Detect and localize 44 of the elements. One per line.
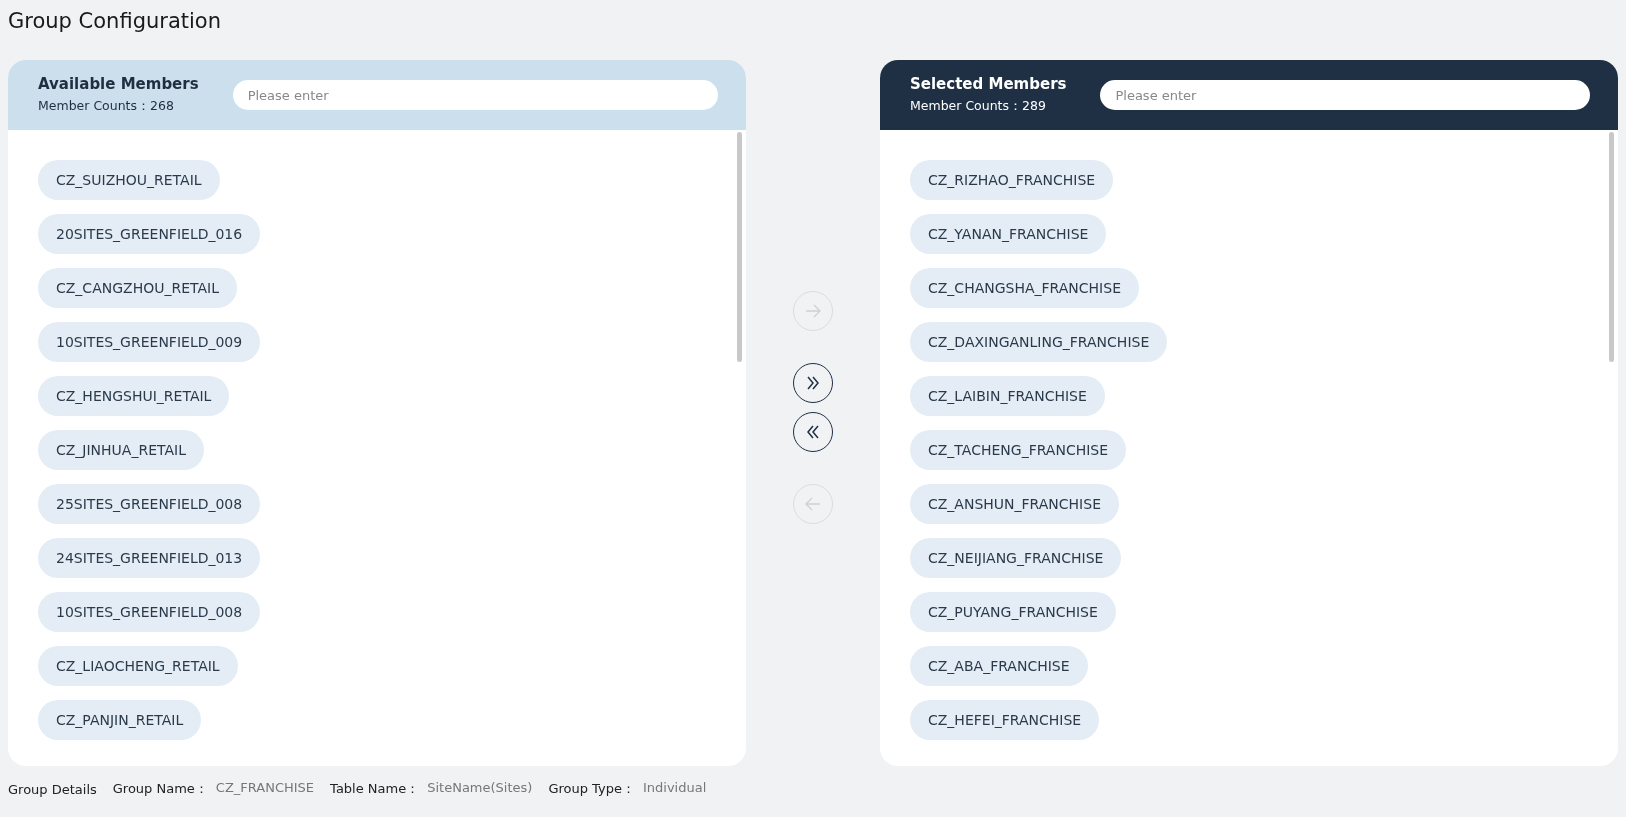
member-chip[interactable]: 20SITES_GREENFIELD_016	[38, 214, 261, 254]
member-chip[interactable]: CZ_DAXINGANLING_FRANCHISE	[910, 322, 1168, 362]
member-chip[interactable]: CZ_ABA_FRANCHISE	[910, 646, 1088, 686]
member-chip[interactable]: CZ_HEFEI_FRANCHISE	[910, 700, 1100, 740]
member-chip[interactable]: CZ_CANGZHOU_RETAIL	[38, 268, 237, 308]
member-chip[interactable]: 24SITES_GREENFIELD_013	[38, 538, 261, 578]
member-chip[interactable]: CZ_LAIBIN_FRANCHISE	[910, 376, 1105, 416]
member-chip[interactable]: CZ_ANSHUN_FRANCHISE	[910, 484, 1119, 524]
member-chip[interactable]: 10SITES_GREENFIELD_009	[38, 322, 261, 362]
scrollbar-thumb[interactable]	[1609, 132, 1614, 362]
member-chip[interactable]: CZ_PUYANG_FRANCHISE	[910, 592, 1116, 632]
count-value: 268	[150, 98, 174, 113]
detail-label: Table Name：	[330, 780, 420, 798]
member-chip[interactable]: CZ_CHANGSHA_FRANCHISE	[910, 268, 1139, 308]
detail-value: CZ_FRANCHISE	[215, 780, 315, 797]
count-label: Member Counts：	[38, 98, 151, 113]
detail-value: Individual	[642, 780, 707, 797]
count-label: Member Counts：	[910, 98, 1023, 113]
left-arrow-icon	[805, 497, 821, 511]
detail-value: SiteName(Sites)	[427, 780, 533, 797]
page-title: Group Configuration	[8, 8, 223, 35]
details-heading: Group Details	[8, 781, 97, 797]
member-chip[interactable]: 10SITES_GREENFIELD_008	[38, 592, 261, 632]
detail-label: Group Type：	[548, 780, 635, 798]
member-chip[interactable]: CZ_JINHUA_RETAIL	[38, 430, 204, 470]
double-chevron-left-icon	[806, 425, 820, 439]
member-chip[interactable]: CZ_RIZHAO_FRANCHISE	[910, 160, 1114, 200]
member-chip[interactable]: CZ_PANJIN_RETAIL	[38, 700, 202, 740]
scrollbar-thumb[interactable]	[737, 132, 742, 362]
member-chip[interactable]: CZ_YANAN_FRANCHISE	[910, 214, 1107, 254]
double-chevron-right-icon	[806, 376, 820, 390]
member-chip[interactable]: CZ_SUIZHOU_RETAIL	[38, 160, 220, 200]
member-chip[interactable]: CZ_NEIJIANG_FRANCHISE	[910, 538, 1122, 578]
count-value: 289	[1022, 98, 1046, 113]
member-chip[interactable]: CZ_HENGSHUI_RETAIL	[38, 376, 230, 416]
member-chip[interactable]: 25SITES_GREENFIELD_008	[38, 484, 261, 524]
panel-heading: Available Members	[38, 75, 199, 93]
member-chip[interactable]: CZ_LIAOCHENG_RETAIL	[38, 646, 238, 686]
right-arrow-icon	[805, 304, 821, 318]
search-field[interactable]: Please enter	[1100, 80, 1590, 110]
detail-label: Group Name：	[112, 780, 208, 798]
search-field[interactable]: Please enter	[232, 80, 718, 110]
panel-heading: Selected Members	[910, 75, 1067, 93]
member-chip[interactable]: CZ_TACHENG_FRANCHISE	[910, 430, 1127, 470]
